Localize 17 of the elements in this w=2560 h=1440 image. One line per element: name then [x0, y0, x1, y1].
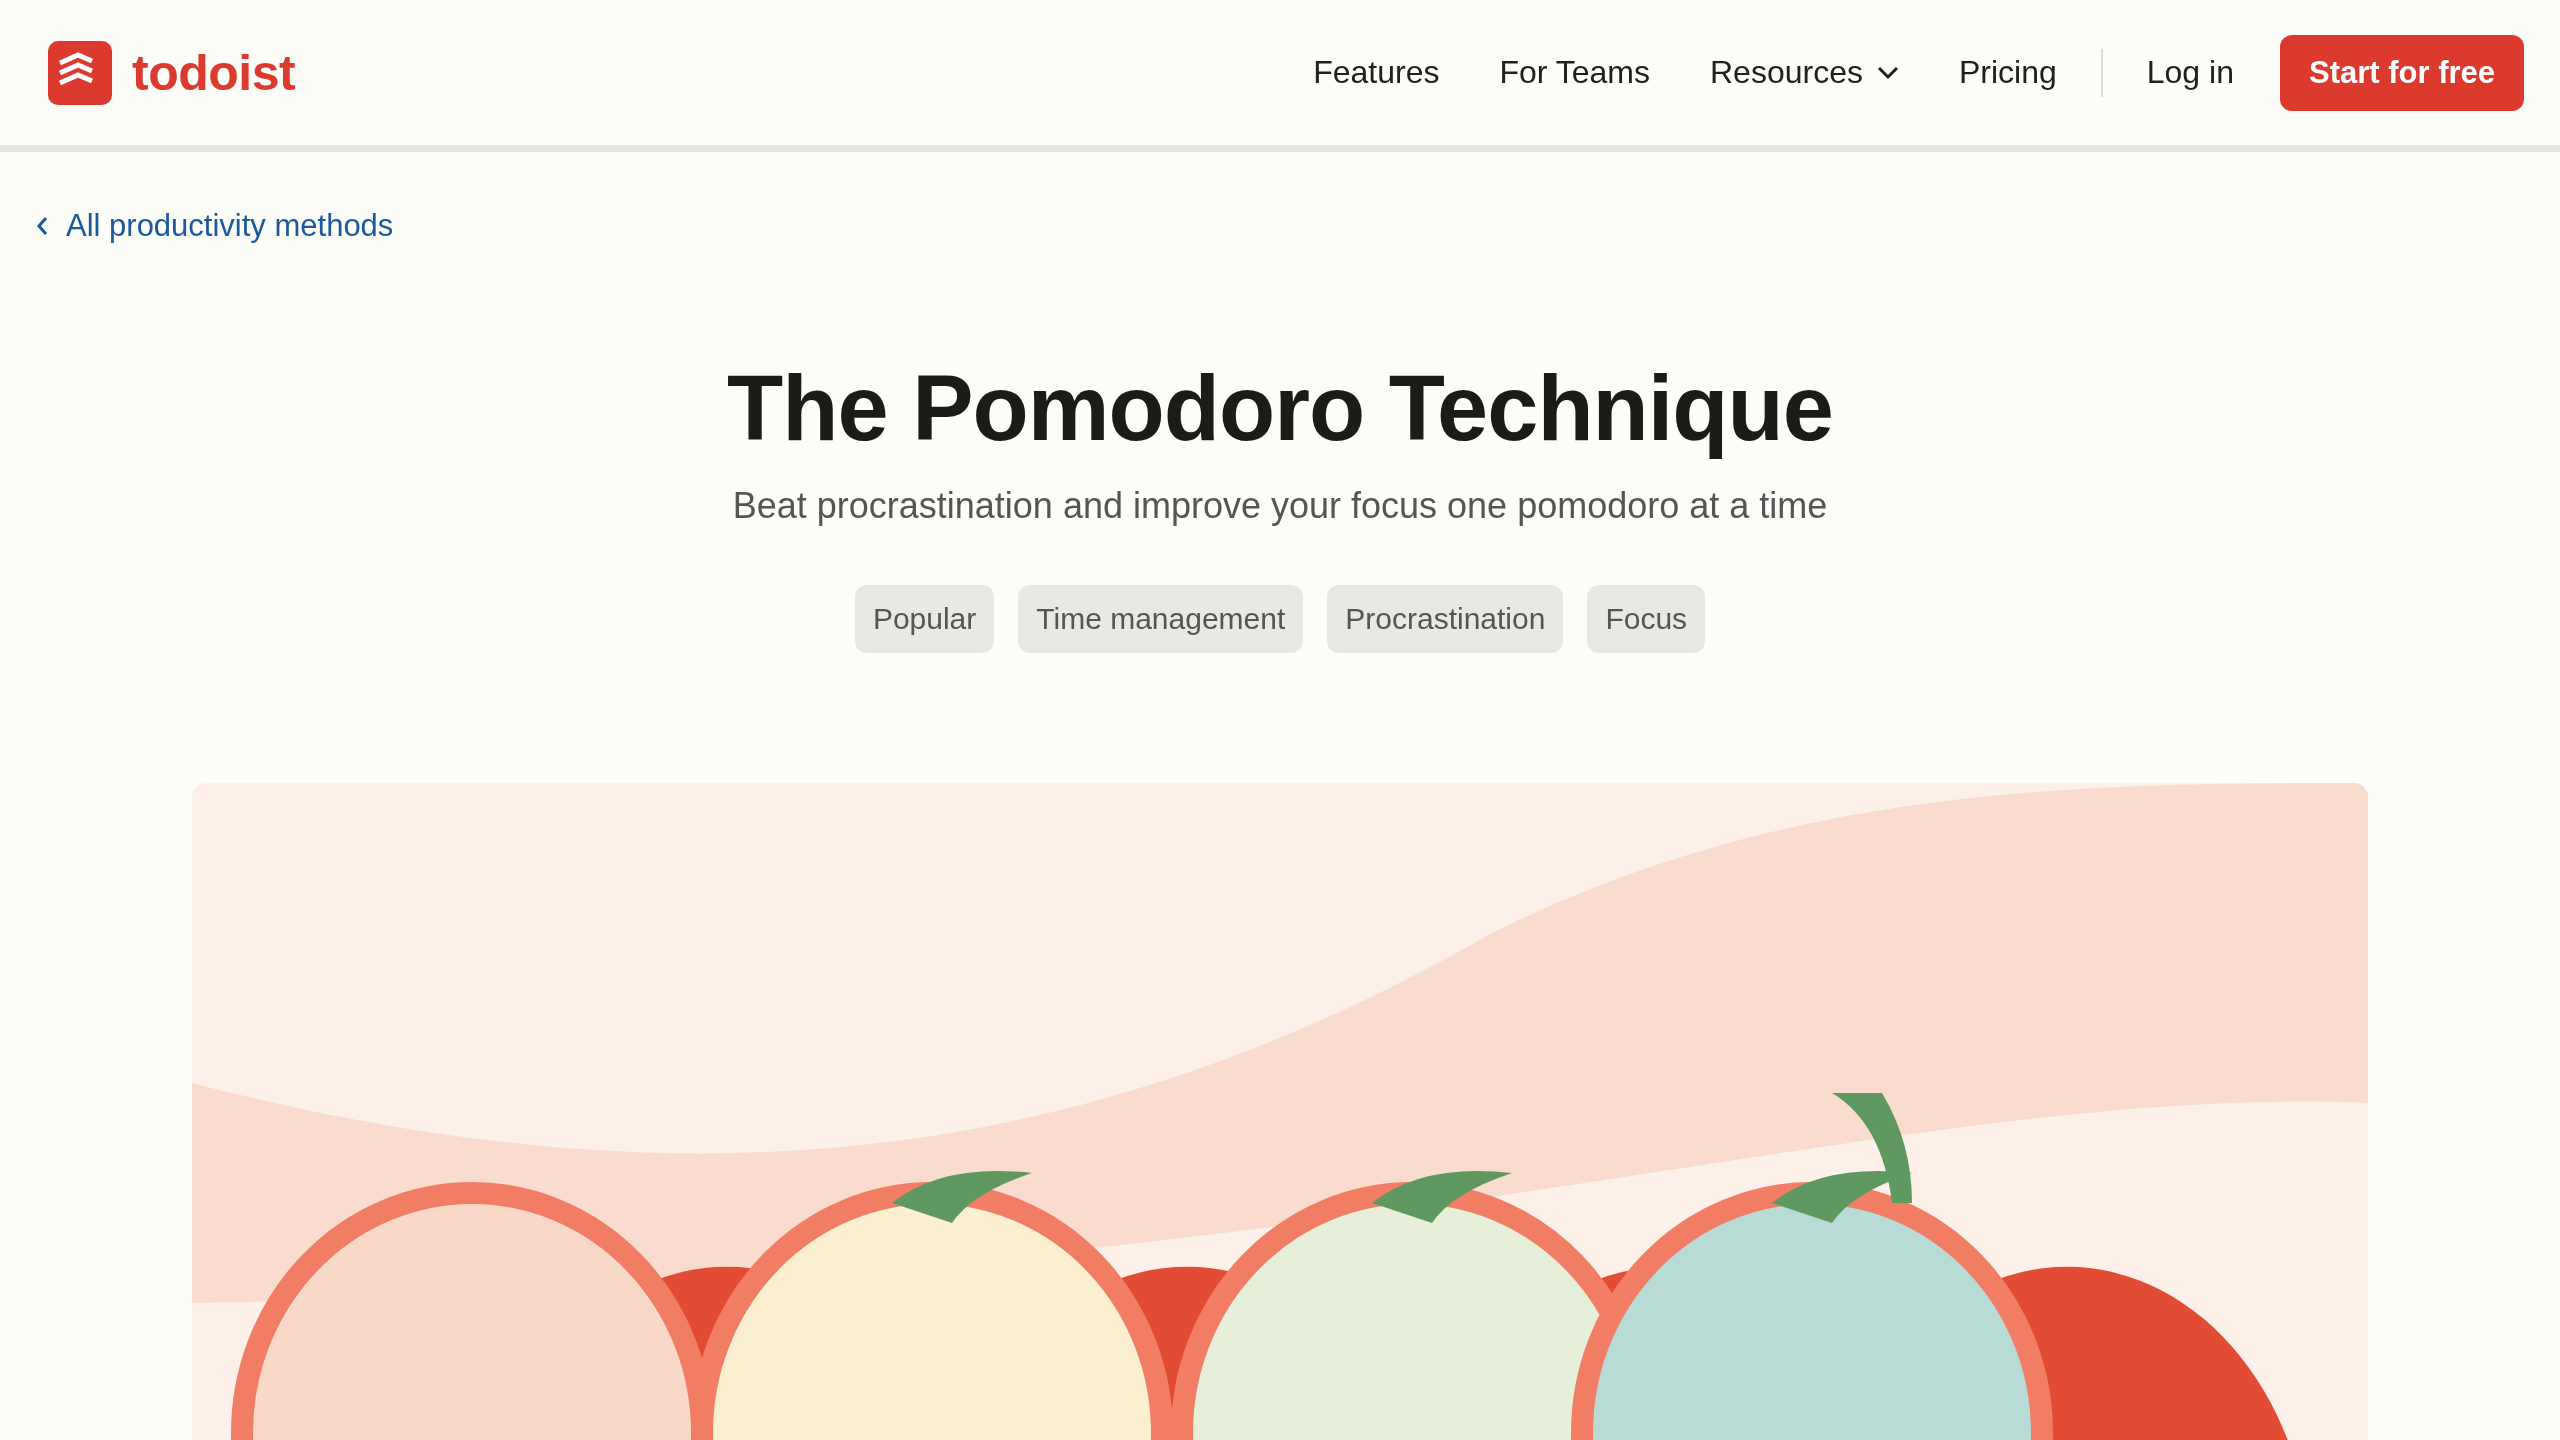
nav-link[interactable]: For Teams: [1499, 54, 1650, 91]
page-subtitle: Beat procrastination and improve your focus one pomodoro at a time: [732, 485, 1828, 527]
chevron-down-icon: [1876, 65, 1899, 80]
logo-text[interactable]: todoist: [132, 43, 296, 102]
tag[interactable]: Time management: [1018, 585, 1304, 653]
tag[interactable]: Popular: [854, 585, 995, 653]
nav-link[interactable]: Resources: [1710, 54, 1899, 91]
logo-icon[interactable]: [48, 40, 112, 105]
page-title: The Pomodoro Technique: [727, 356, 1833, 461]
back-link[interactable]: All productivity methods: [36, 208, 394, 244]
chevron-left-icon: [36, 216, 48, 236]
nav-link[interactable]: Features: [1313, 54, 1440, 91]
tag[interactable]: Procrastination: [1327, 585, 1564, 653]
login-link[interactable]: Log in: [2146, 54, 2234, 91]
start-button[interactable]: Start for free: [2279, 34, 2524, 111]
tag[interactable]: Focus: [1587, 585, 1706, 653]
nav-link[interactable]: Pricing: [1958, 54, 2057, 91]
